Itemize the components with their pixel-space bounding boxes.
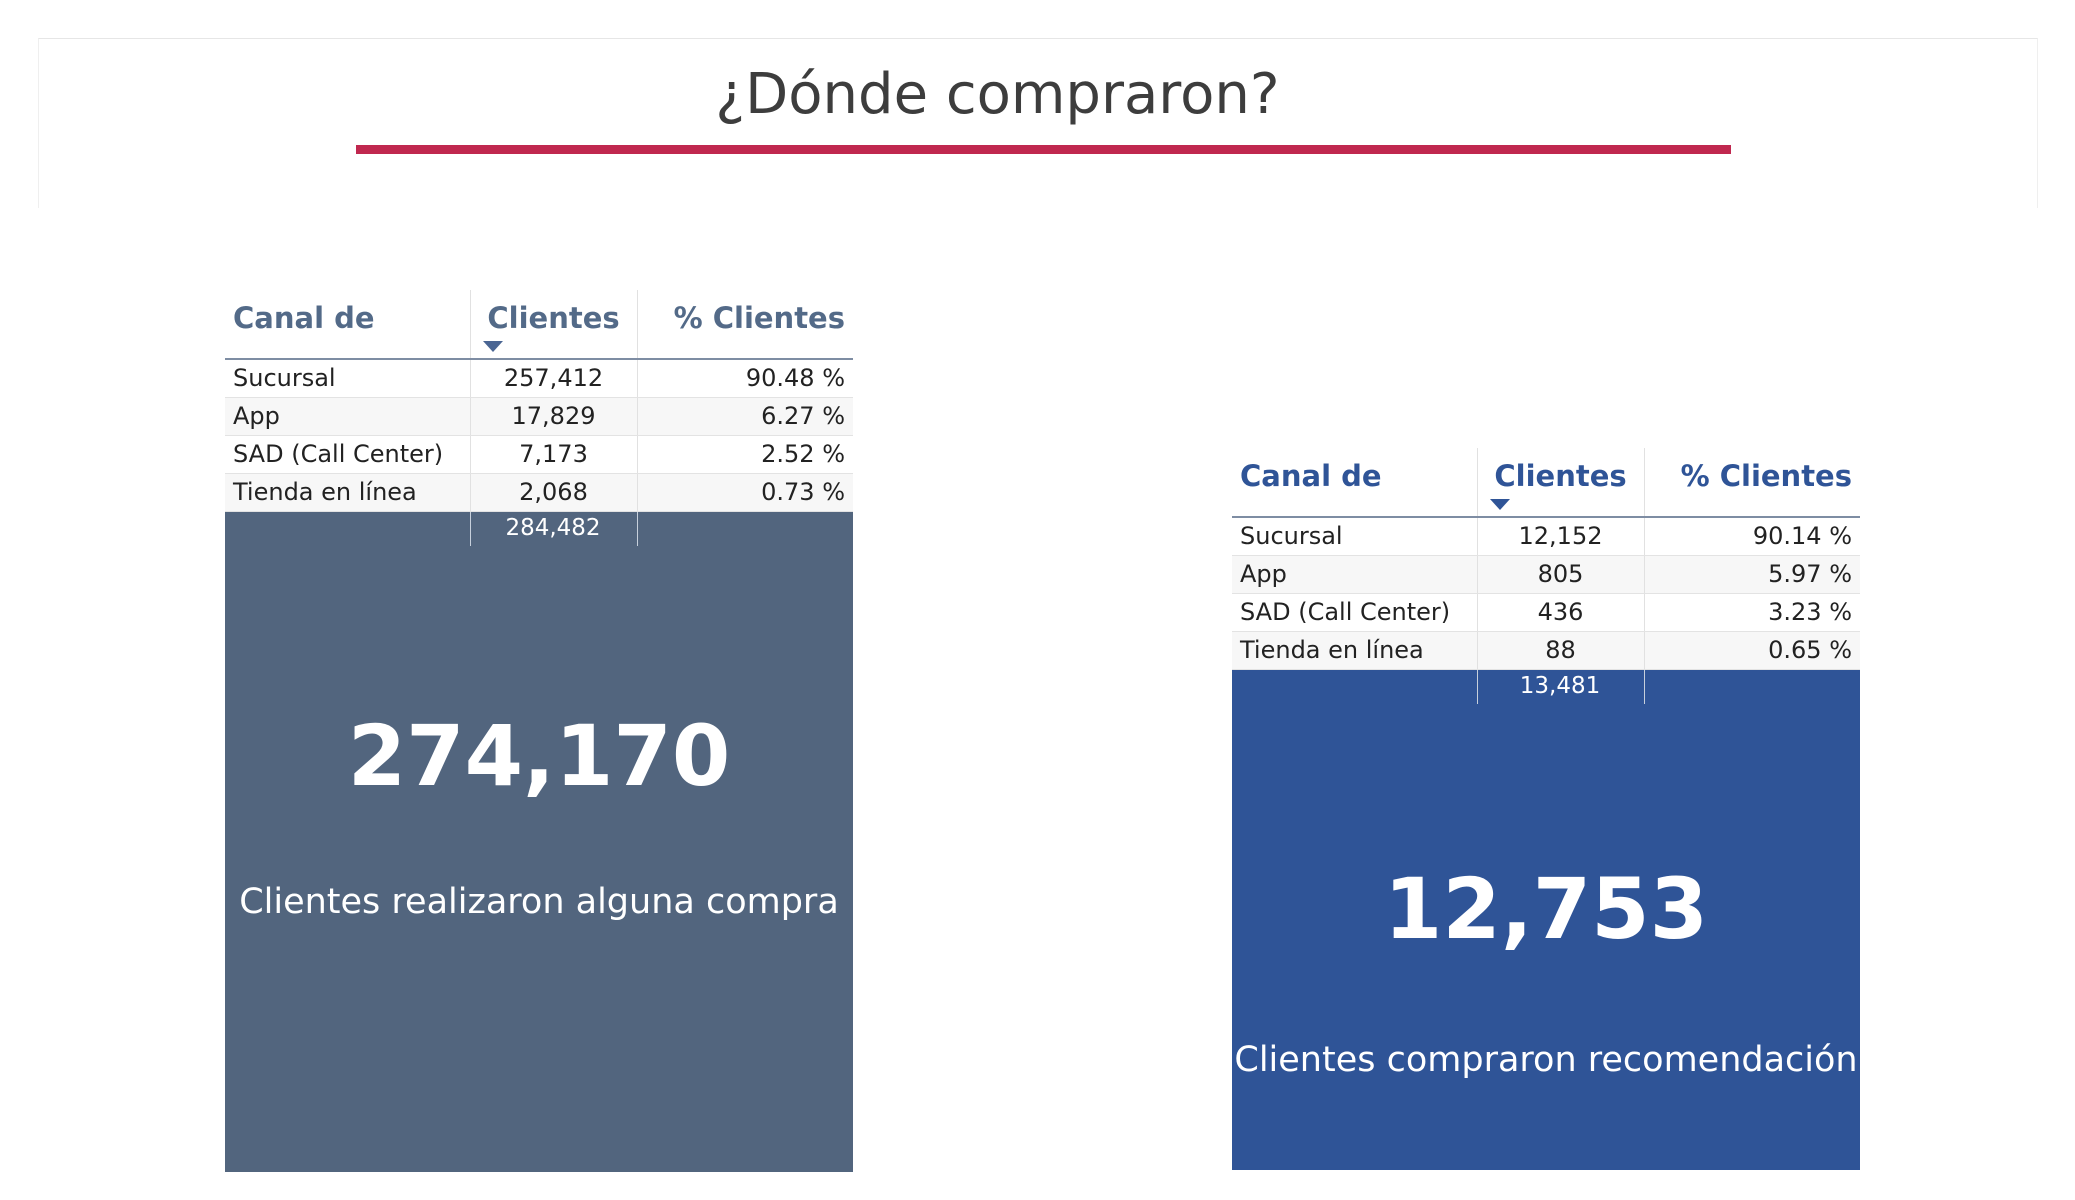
kpi-caption: Clientes compraron recomendación: [1234, 1040, 1858, 1080]
cell-pct: 90.48 %: [637, 360, 853, 397]
kpi-value: 274,170: [347, 707, 731, 805]
kpi-value: 12,753: [1383, 860, 1709, 958]
header-clientes[interactable]: Clientes: [1477, 448, 1643, 516]
table-row[interactable]: Sucursal 257,412 90.48 %: [225, 360, 853, 398]
cell-canal: App: [1240, 560, 1287, 588]
table-row[interactable]: Tienda en línea 2,068 0.73 %: [225, 474, 853, 512]
table-row[interactable]: SAD (Call Center) 436 3.23 %: [1232, 594, 1860, 632]
cell-canal: SAD (Call Center): [233, 440, 444, 468]
cell-pct: 3.23 %: [1644, 594, 1860, 631]
cell-clientes: 436: [1477, 594, 1643, 631]
card-recommendation-purchases: Canal de venta Clientes % Clientes Sucur…: [1232, 448, 1860, 1170]
sort-descending-icon[interactable]: [1490, 499, 1510, 510]
channel-table: Canal de venta Clientes % Clientes Sucur…: [225, 290, 853, 512]
cell-canal: Sucursal: [1240, 522, 1343, 550]
cell-canal: App: [233, 402, 280, 430]
cell-pct: 6.27 %: [637, 398, 853, 435]
cell-clientes: 7,173: [470, 436, 636, 473]
table-header: Canal de venta Clientes % Clientes: [1232, 448, 1860, 549]
table-total-row: 13,481: [1232, 670, 1860, 704]
kpi-caption: Clientes realizaron alguna compra: [239, 882, 839, 922]
cell-clientes: 88: [1477, 632, 1643, 669]
cell-clientes: 257,412: [470, 360, 636, 397]
total-clientes: 284,482: [505, 515, 601, 541]
channel-table: Canal de venta Clientes % Clientes Sucur…: [1232, 448, 1860, 670]
column-divider: [637, 512, 638, 546]
cell-clientes: 2,068: [470, 474, 636, 511]
cell-clientes: 17,829: [470, 398, 636, 435]
cell-clientes: 12,152: [1477, 518, 1643, 555]
cell-clientes: 805: [1477, 556, 1643, 593]
table-header: Canal de venta Clientes % Clientes: [225, 290, 853, 391]
total-clientes: 13,481: [1519, 673, 1601, 699]
table-row[interactable]: Tienda en línea 88 0.65 %: [1232, 632, 1860, 670]
header-clientes-label: Clientes: [487, 301, 620, 335]
table-body: Sucursal 12,152 90.14 % App 805 5.97 % S…: [1232, 518, 1860, 670]
cell-pct: 0.65 %: [1644, 632, 1860, 669]
kpi-panel: 13,481 12,753 Clientes compraron recomen…: [1232, 670, 1860, 1170]
kpi-panel: 284,482 274,170 Clientes realizaron algu…: [225, 512, 853, 1172]
table-body: Sucursal 257,412 90.48 % App 17,829 6.27…: [225, 360, 853, 512]
cell-canal: Sucursal: [233, 364, 336, 392]
cell-pct: 90.14 %: [1644, 518, 1860, 555]
header-pct-clientes[interactable]: % Clientes: [1644, 448, 1860, 516]
table-row[interactable]: App 805 5.97 %: [1232, 556, 1860, 594]
table-row[interactable]: SAD (Call Center) 7,173 2.52 %: [225, 436, 853, 474]
cell-pct: 5.97 %: [1644, 556, 1860, 593]
cell-pct: 2.52 %: [637, 436, 853, 473]
cell-canal: Tienda en línea: [233, 478, 417, 506]
header-clientes[interactable]: Clientes: [470, 290, 636, 358]
cell-canal: Tienda en línea: [1240, 636, 1424, 664]
card-all-purchases: Canal de venta Clientes % Clientes Sucur…: [225, 290, 853, 1172]
cell-canal: SAD (Call Center): [1240, 598, 1451, 626]
table-total-row: 284,482: [225, 512, 853, 546]
header-canal-de-venta[interactable]: Canal de venta: [233, 290, 468, 391]
header-canal-de-venta[interactable]: Canal de venta: [1240, 448, 1475, 549]
header-pct-clientes[interactable]: % Clientes: [637, 290, 853, 358]
title-underline: [356, 145, 1731, 154]
sort-descending-icon[interactable]: [483, 341, 503, 352]
table-row[interactable]: Sucursal 12,152 90.14 %: [1232, 518, 1860, 556]
table-row[interactable]: App 17,829 6.27 %: [225, 398, 853, 436]
page-title: ¿Dónde compraron?: [715, 62, 1280, 127]
header-clientes-label: Clientes: [1494, 459, 1627, 493]
column-divider: [1644, 670, 1645, 704]
cell-pct: 0.73 %: [637, 474, 853, 511]
